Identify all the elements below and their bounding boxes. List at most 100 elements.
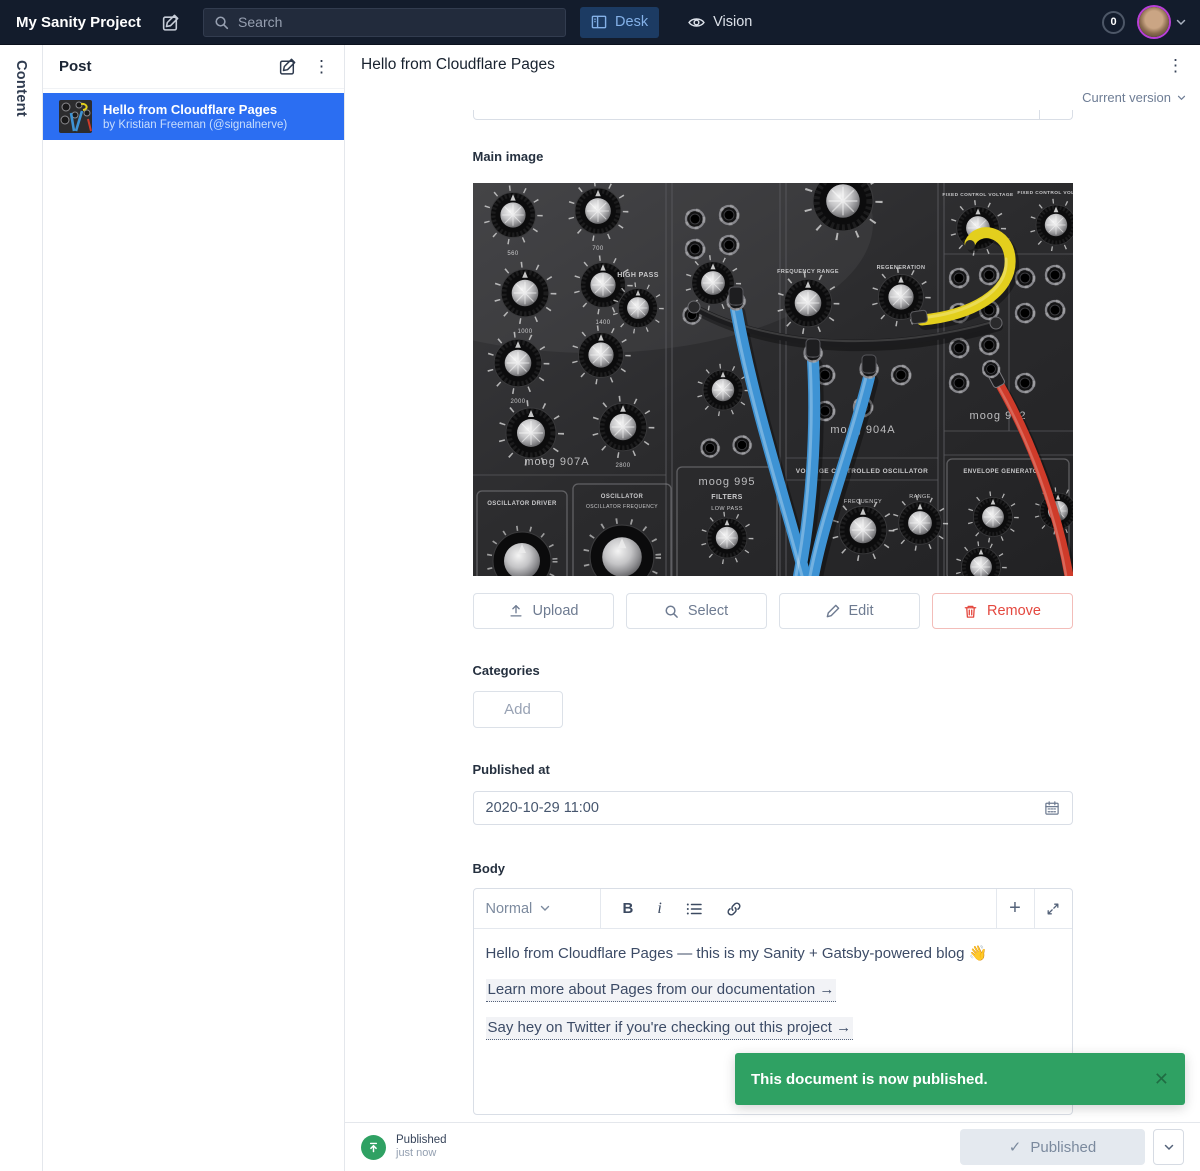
- image-actions: Upload Select: [473, 593, 1073, 629]
- chevron-down-icon[interactable]: [1177, 95, 1186, 101]
- upload-button[interactable]: Upload: [473, 593, 614, 629]
- compose-icon: [161, 13, 180, 32]
- block-style-value: Normal: [486, 901, 534, 917]
- synth-label: OSCILLATOR DRIVER: [487, 501, 557, 507]
- synth-label: moog 995: [698, 476, 755, 488]
- fullscreen-button[interactable]: [1034, 889, 1072, 928]
- svg-text:700: 700: [592, 246, 603, 252]
- select-button[interactable]: Select: [626, 593, 767, 629]
- search-icon: [664, 604, 679, 619]
- synth-label: FIXED CONTROL VOLTAGE: [942, 192, 1014, 198]
- link-button[interactable]: [726, 901, 742, 917]
- avatar[interactable]: [1139, 7, 1169, 37]
- bullet-list-button[interactable]: [686, 902, 702, 916]
- top-navbar: My Sanity Project Desk: [0, 0, 1200, 45]
- compose-icon: [278, 57, 297, 76]
- rail-content-label[interactable]: Content: [13, 60, 29, 117]
- chevron-down-icon: [540, 905, 588, 912]
- upload-icon: [508, 603, 524, 619]
- tab-vision-label: Vision: [713, 14, 752, 30]
- published-at-input[interactable]: 2020-10-29 11:00: [473, 791, 1073, 825]
- add-label: Add: [504, 701, 531, 718]
- tab-desk[interactable]: Desk: [580, 7, 659, 38]
- post-item-subtitle: by Kristian Freeman (@signalnerve): [103, 118, 287, 132]
- post-list-panel: Post ⋮: [43, 45, 345, 1171]
- footer-status-title: Published: [396, 1134, 447, 1147]
- version-row: Current version: [345, 85, 1200, 110]
- chevron-down-icon[interactable]: [1176, 19, 1186, 26]
- tab-vision[interactable]: Vision: [677, 7, 763, 38]
- panel-menu-button[interactable]: ⋮: [313, 58, 330, 75]
- search-icon: [214, 15, 229, 30]
- chevron-down-icon: [1164, 1144, 1174, 1151]
- content-rail: Content: [0, 45, 43, 1171]
- tab-desk-label: Desk: [615, 14, 648, 30]
- synth-label: OSCILLATOR: [600, 494, 643, 500]
- synth-label: ENVELOPE GENERATOR: [963, 469, 1043, 475]
- body-paragraph[interactable]: Hello from Cloudflare Pages — this is my…: [486, 943, 1060, 964]
- body-link-2[interactable]: Say hey on Twitter if you're checking ou…: [486, 1017, 854, 1040]
- document-pane: Hello from Cloudflare Pages ⋮ Current ve…: [345, 45, 1200, 1171]
- editor-content[interactable]: Hello from Cloudflare Pages — this is my…: [474, 929, 1072, 1042]
- document-footer: Published just now ✓ Published: [345, 1122, 1200, 1171]
- new-document-button[interactable]: [153, 7, 187, 37]
- desk-icon: [591, 14, 607, 30]
- published-at-value: 2020-10-29 11:00: [486, 800, 1044, 816]
- document-menu-button[interactable]: ⋮: [1167, 57, 1184, 74]
- post-item-title: Hello from Cloudflare Pages: [103, 102, 287, 118]
- synth-label: RANGE: [909, 494, 931, 500]
- plus-icon: +: [1009, 897, 1021, 920]
- synth-label: moog 907A: [524, 456, 589, 468]
- synth-label: HIGH PASS: [617, 272, 659, 279]
- close-icon[interactable]: ✕: [1154, 1069, 1169, 1090]
- check-icon: ✓: [1009, 1138, 1022, 1156]
- post-list-item-selected[interactable]: Hello from Cloudflare Pages by Kristian …: [43, 93, 344, 140]
- bold-button[interactable]: B: [623, 900, 634, 917]
- synth-label: FIXED CONTROL VOLTAGE: [1017, 190, 1073, 196]
- synth-label: REGENERATION: [876, 265, 925, 271]
- select-label: Select: [688, 603, 728, 619]
- publish-toast: This document is now published. ✕: [735, 1053, 1185, 1105]
- publish-button[interactable]: ✓ Published: [960, 1129, 1145, 1165]
- trash-icon: [963, 604, 978, 619]
- svg-text:2800: 2800: [615, 463, 630, 469]
- synth-label: OSCILLATOR FREQUENCY: [586, 504, 658, 510]
- eye-icon: [688, 14, 705, 31]
- body-label: Body: [473, 862, 1073, 876]
- upload-label: Upload: [533, 603, 579, 619]
- link-icon: [726, 901, 742, 917]
- post-thumbnail: [59, 100, 92, 133]
- calendar-icon[interactable]: [1044, 800, 1060, 816]
- edit-button[interactable]: Edit: [779, 593, 920, 629]
- project-title: My Sanity Project: [16, 14, 141, 31]
- remove-button[interactable]: Remove: [932, 593, 1073, 629]
- search-input[interactable]: [238, 14, 555, 30]
- svg-text:560: 560: [507, 251, 518, 257]
- truncated-field-input[interactable]: [473, 110, 1073, 120]
- svg-text:2000: 2000: [510, 399, 525, 405]
- synth-label: FILTERS: [711, 494, 742, 501]
- svg-text:1400: 1400: [595, 320, 610, 326]
- pencil-icon: [825, 604, 840, 619]
- notification-badge[interactable]: 0: [1102, 11, 1125, 34]
- svg-text:1000: 1000: [517, 329, 532, 335]
- block-style-select[interactable]: Normal: [474, 889, 601, 928]
- add-category-button[interactable]: Add: [473, 691, 563, 728]
- document-header: Hello from Cloudflare Pages ⋮: [345, 45, 1200, 85]
- body-link-1[interactable]: Learn more about Pages from our document…: [486, 979, 837, 1002]
- create-post-button[interactable]: [278, 57, 297, 76]
- publish-menu-button[interactable]: [1153, 1129, 1184, 1165]
- toast-message: This document is now published.: [751, 1071, 988, 1088]
- italic-button[interactable]: i: [657, 900, 661, 918]
- document-scroll-area[interactable]: Main image: [345, 110, 1200, 1122]
- version-label[interactable]: Current version: [1082, 90, 1171, 105]
- edit-label: Edit: [849, 603, 874, 619]
- insert-block-button[interactable]: +: [996, 889, 1034, 928]
- sanity-studio-app: My Sanity Project Desk: [0, 0, 1200, 1171]
- expand-icon: [1046, 902, 1060, 916]
- search-box[interactable]: [203, 8, 566, 37]
- main-image-label: Main image: [473, 150, 1073, 164]
- main-image-photo: 560 700 1000 1400 2000 2800 HIGH PASS moog …: [473, 183, 1073, 576]
- publish-button-label: Published: [1030, 1139, 1096, 1156]
- footer-status-time: just now: [396, 1147, 447, 1160]
